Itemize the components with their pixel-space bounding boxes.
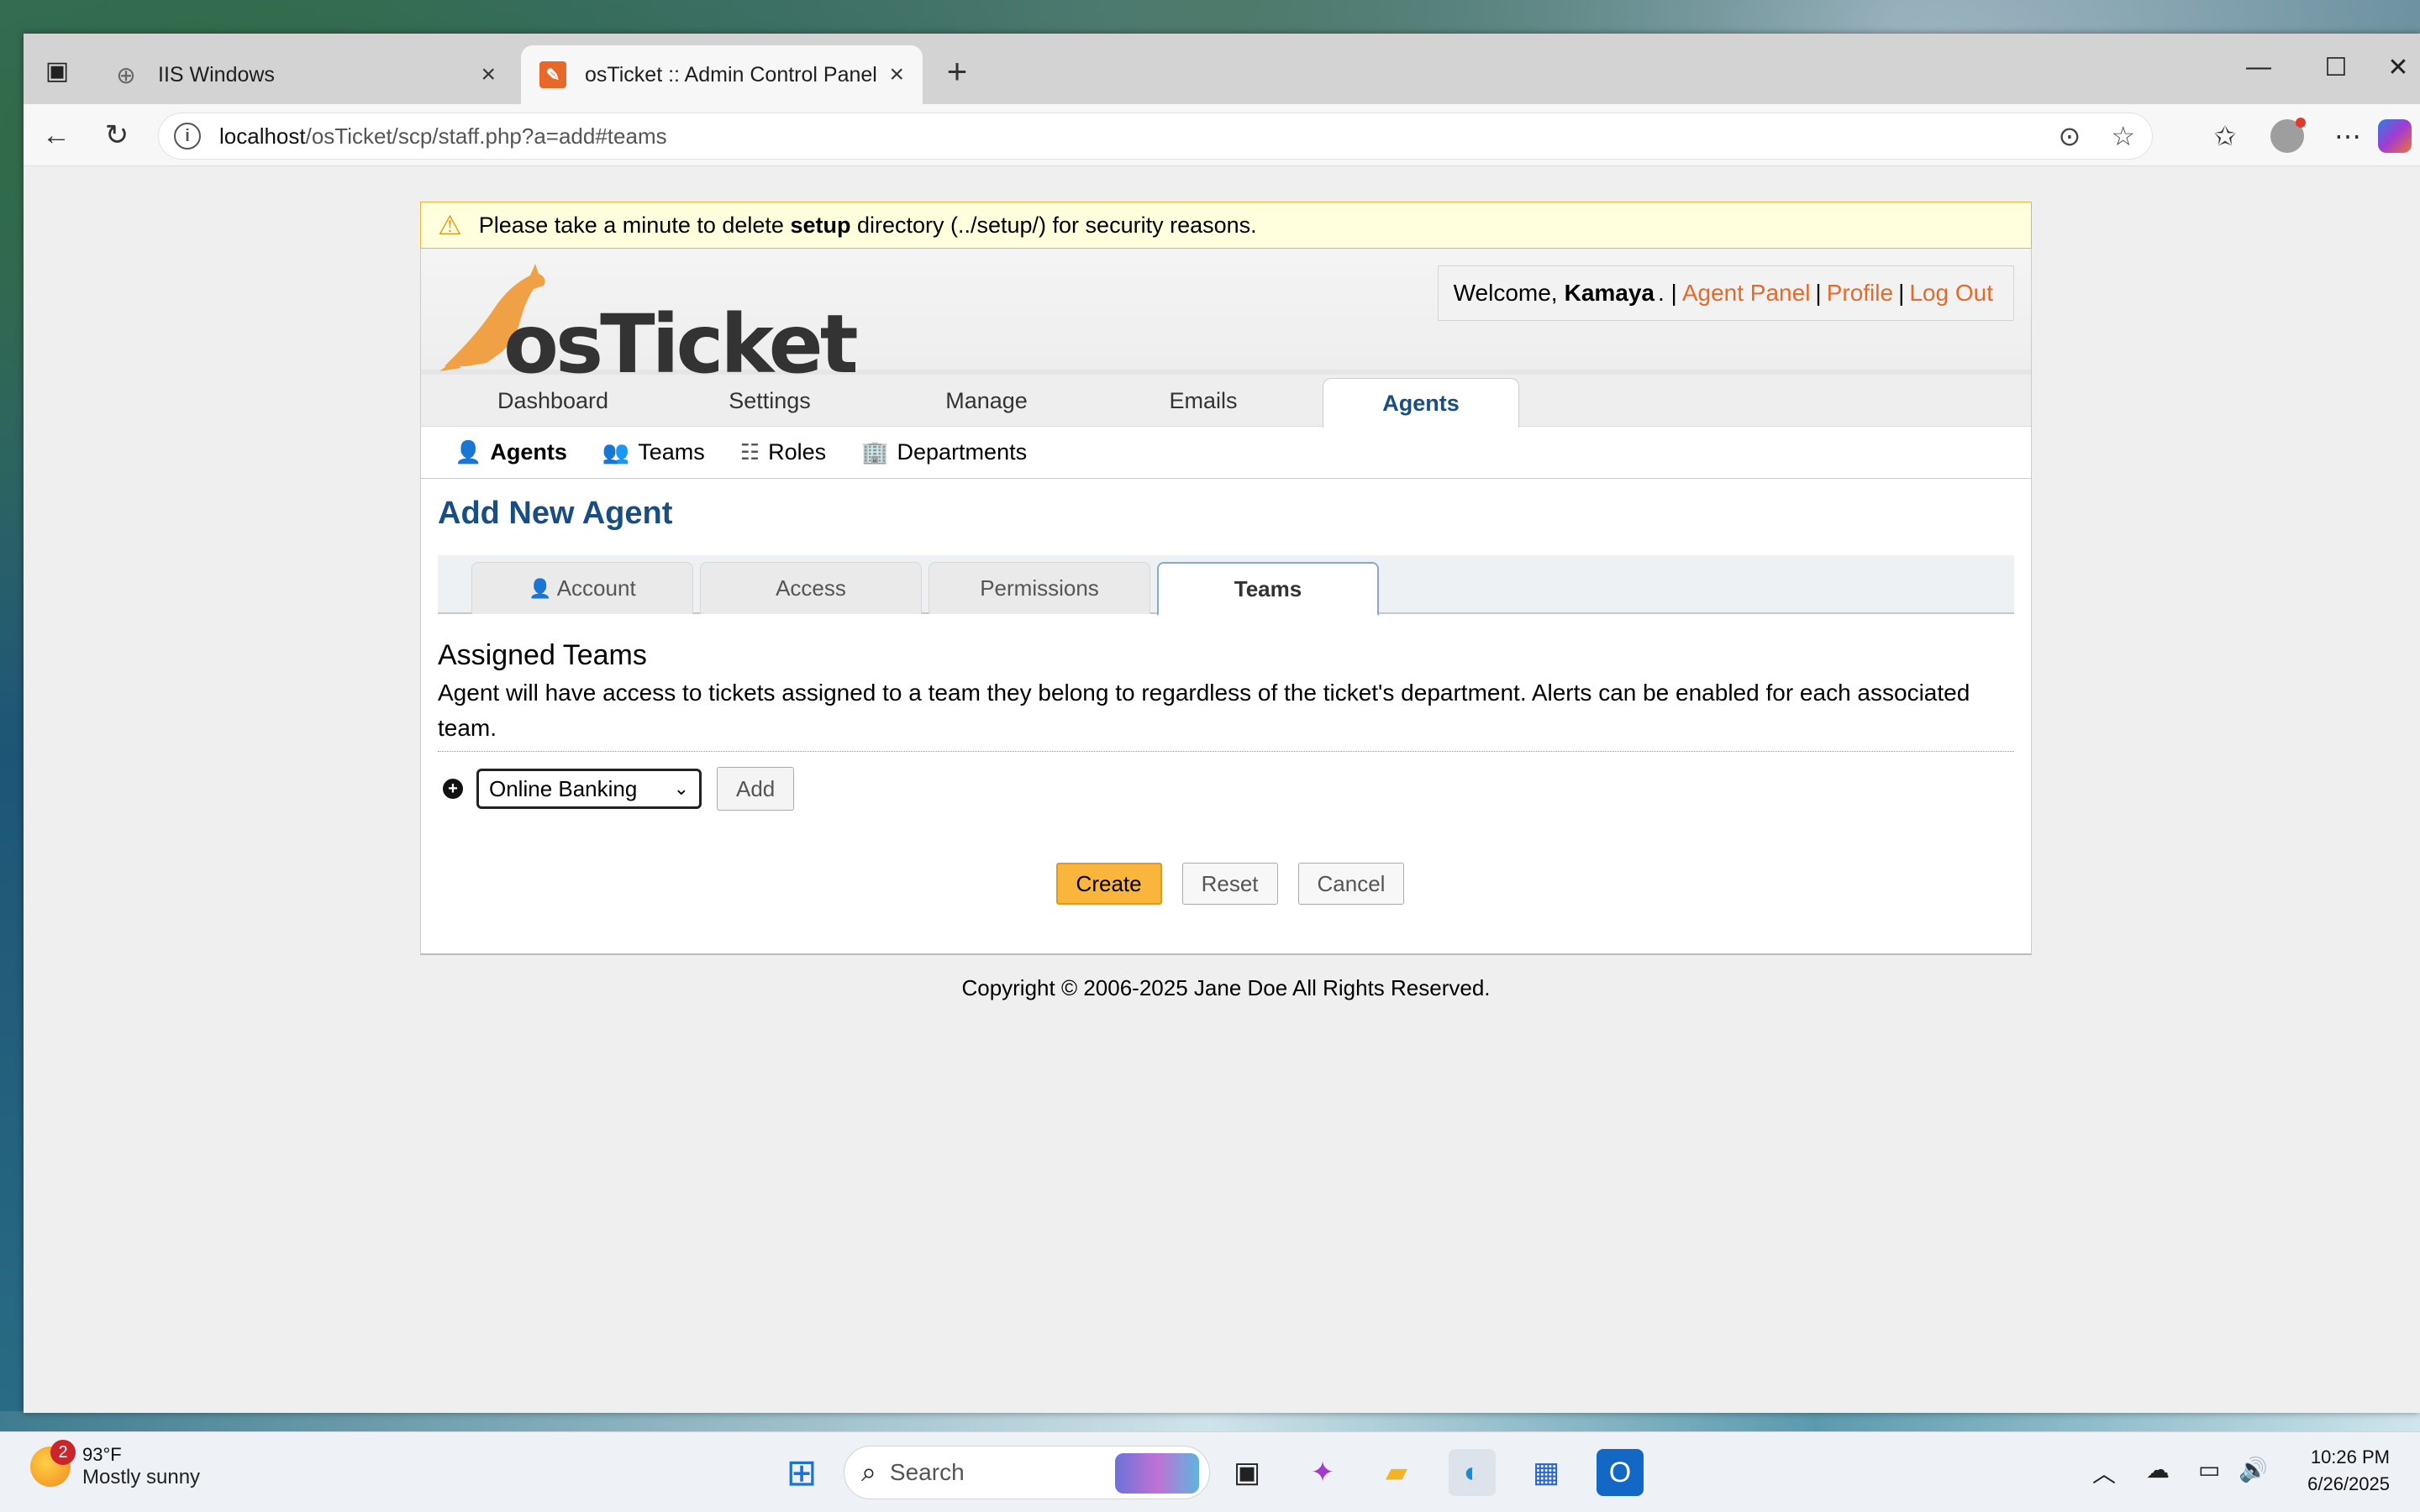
favorite-star-icon[interactable]: ☆ xyxy=(2111,120,2135,152)
weather-condition: Mostly sunny xyxy=(82,1466,201,1488)
add-team-button[interactable]: Add xyxy=(717,767,795,811)
maximize-icon[interactable]: ☐ xyxy=(2311,50,2361,84)
nav-emails[interactable]: Emails xyxy=(1105,375,1302,427)
browser-tab-osticket[interactable]: ✎ osTicket :: Admin Control Panel × xyxy=(521,45,923,104)
search-icon: ⌕ xyxy=(861,1457,876,1487)
section-title: Assigned Teams xyxy=(438,639,647,671)
tray-overflow-icon[interactable]: ︿ xyxy=(2092,1456,2116,1489)
sub-nav: 👤 Agents 👥 Teams ☷ Roles 🏢 Departments xyxy=(421,427,2031,479)
tab-title: osTicket :: Admin Control Panel xyxy=(585,62,877,87)
url-host: localhost xyxy=(219,123,306,149)
form-actions: Create Reset Cancel xyxy=(446,863,2014,905)
team-select[interactable]: Online Banking ⌄ xyxy=(476,769,702,809)
browser-tab-iis[interactable]: ⊕ IIS Windows × xyxy=(94,45,514,104)
main-container: osTicket Welcome, Kamaya . | Agent Panel… xyxy=(420,249,2032,955)
user-name: Kamaya xyxy=(1564,280,1655,306)
weather-widget[interactable]: 2 93°F Mostly sunny xyxy=(30,1440,201,1489)
teams-icon: 👥 xyxy=(602,439,630,465)
osticket-favicon-icon: ✎ xyxy=(539,61,566,88)
subnav-roles[interactable]: ☷ Roles xyxy=(740,439,826,465)
back-icon[interactable]: ← xyxy=(37,116,76,155)
setup-warning-notice: ⚠ Please take a minute to delete setup d… xyxy=(420,202,2032,249)
edge-browser-icon[interactable]: ◐ xyxy=(1449,1449,1496,1496)
nav-settings[interactable]: Settings xyxy=(671,375,868,427)
favorites-icon[interactable]: ✩ xyxy=(2207,118,2244,155)
close-icon[interactable]: × xyxy=(889,60,904,89)
tab-title: IIS Windows xyxy=(158,62,275,87)
page-content: Add New Agent 👤 Account Access Permissio… xyxy=(421,479,2031,953)
agent-panel-link[interactable]: Agent Panel xyxy=(1682,280,1811,307)
roles-list-icon: ☷ xyxy=(739,439,760,465)
window-close-icon[interactable]: ✕ xyxy=(2376,50,2420,84)
tab-actions-icon[interactable]: ▣ xyxy=(39,54,76,87)
page-viewport: ⚠ Please take a minute to delete setup d… xyxy=(24,166,2420,1413)
url-path: /osTicket/scp/staff.php?a=add#teams xyxy=(305,123,667,149)
header: osTicket Welcome, Kamaya . | Agent Panel… xyxy=(421,249,2031,391)
tab-access[interactable]: Access xyxy=(700,562,922,614)
windows-start-icon[interactable]: ⊞ xyxy=(778,1449,825,1496)
profile-link[interactable]: Profile xyxy=(1827,280,1893,307)
add-team-row: + Online Banking ⌄ Add xyxy=(438,767,2014,811)
taskbar: 2 93°F Mostly sunny ⊞ ⌕ Search ▣ ✦ ▰ ◐ ▦… xyxy=(0,1431,2420,1512)
chevron-down-icon: ⌄ xyxy=(673,778,689,799)
copilot-taskbar-icon[interactable]: ✦ xyxy=(1299,1449,1346,1496)
close-icon[interactable]: × xyxy=(481,60,496,89)
departments-icon: 🏢 xyxy=(861,439,889,465)
search-highlight-icon xyxy=(1115,1453,1199,1494)
globe-icon: ⊕ xyxy=(116,61,136,88)
network-icon[interactable]: ▭ xyxy=(2198,1456,2220,1483)
nav-manage[interactable]: Manage xyxy=(888,375,1085,427)
browser-toolbar: ← ↻ i localhost/osTicket/scp/staff.php?a… xyxy=(24,104,2420,166)
volume-icon[interactable]: 🔊 xyxy=(2238,1456,2268,1483)
welcome-bar: Welcome, Kamaya . | Agent Panel | Profil… xyxy=(1437,265,2014,321)
tab-strip: ▣ ⊕ IIS Windows × ✎ osTicket :: Admin Co… xyxy=(24,34,2420,104)
task-view-icon[interactable]: ▣ xyxy=(1223,1449,1270,1496)
outlook-icon[interactable]: O xyxy=(1597,1449,1644,1496)
wallpaper-strip xyxy=(0,1411,2420,1431)
user-icon: 👤 xyxy=(529,577,552,599)
temperature: 93°F xyxy=(82,1444,122,1465)
store-icon[interactable]: ▦ xyxy=(1523,1449,1570,1496)
footer-copyright: Copyright © 2006-2025 Jane Doe All Right… xyxy=(961,975,1491,1000)
create-button[interactable]: Create xyxy=(1055,863,1162,905)
section-description: Agent will have access to tickets assign… xyxy=(438,675,2014,752)
subnav-agents[interactable]: 👤 Agents xyxy=(455,439,567,465)
nav-agents[interactable]: Agents xyxy=(1323,378,1519,428)
cancel-button[interactable]: Cancel xyxy=(1297,863,1405,905)
copilot-icon[interactable] xyxy=(2376,118,2413,155)
reload-icon[interactable]: ↻ xyxy=(97,116,136,155)
page-title: Add New Agent xyxy=(438,496,673,531)
logout-link[interactable]: Log Out xyxy=(1909,280,1993,307)
file-explorer-icon[interactable]: ▰ xyxy=(1373,1449,1420,1496)
site-info-icon[interactable]: i xyxy=(174,123,201,150)
agent-user-icon: 👤 xyxy=(455,439,482,465)
subnav-teams[interactable]: 👥 Teams xyxy=(602,439,705,465)
notification-badge: 2 xyxy=(50,1440,76,1465)
subnav-departments[interactable]: 🏢 Departments xyxy=(861,439,1027,465)
browser-window: ▣ ⊕ IIS Windows × ✎ osTicket :: Admin Co… xyxy=(24,34,2420,1413)
tab-account[interactable]: 👤 Account xyxy=(471,562,693,614)
plus-circle-icon: + xyxy=(443,779,463,799)
reading-mode-icon[interactable]: ⊙ xyxy=(2059,120,2081,152)
osticket-logo[interactable]: osTicket xyxy=(436,257,859,391)
cloud-sync-icon[interactable]: ☁ xyxy=(2146,1456,2170,1483)
nav-dashboard[interactable]: Dashboard xyxy=(455,375,651,427)
new-tab-icon[interactable]: + xyxy=(938,51,976,91)
osticket-page: ⚠ Please take a minute to delete setup d… xyxy=(420,202,2032,1001)
agent-form-tabs: 👤 Account Access Permissions Teams xyxy=(438,555,2014,616)
address-bar[interactable]: i localhost/osTicket/scp/staff.php?a=add… xyxy=(158,113,2153,160)
warning-icon: ⚠ xyxy=(438,210,462,240)
main-nav: Dashboard Settings Manage Emails Agents xyxy=(421,375,2031,428)
taskbar-search[interactable]: ⌕ Search xyxy=(844,1446,1210,1499)
minimize-icon[interactable]: — xyxy=(2233,50,2284,84)
more-options-icon[interactable]: ⋯ xyxy=(2329,118,2366,155)
tab-teams[interactable]: Teams xyxy=(1157,562,1379,616)
system-clock[interactable]: 10:26 PM 6/26/2025 xyxy=(2307,1444,2390,1498)
reset-button[interactable]: Reset xyxy=(1181,863,1278,905)
sun-weather-icon: 2 xyxy=(30,1440,76,1487)
tab-permissions[interactable]: Permissions xyxy=(929,562,1150,614)
profile-avatar-icon[interactable] xyxy=(2269,118,2306,155)
